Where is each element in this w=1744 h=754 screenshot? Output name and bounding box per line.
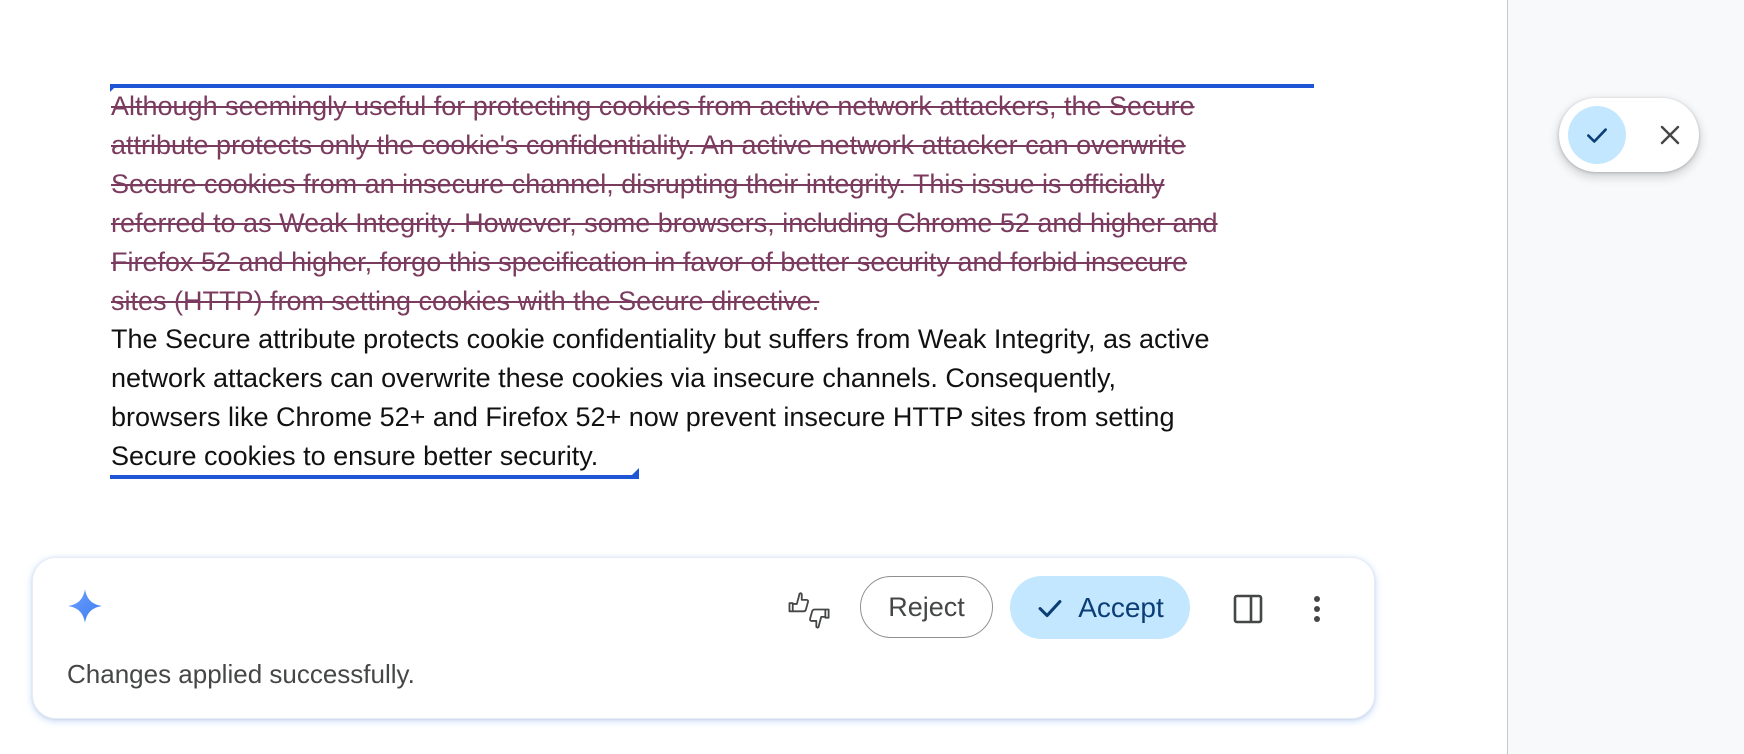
- accept-button-label: Accept: [1078, 591, 1164, 623]
- more-vert-icon: [1314, 596, 1320, 622]
- check-icon: [1038, 599, 1062, 617]
- deleted-line: sites (HTTP) from setting cookies with t…: [111, 285, 820, 316]
- deleted-line: Firefox 52 and higher, forgo this specif…: [111, 246, 1188, 277]
- accept-button[interactable]: Accept: [1010, 576, 1190, 639]
- selection-end-handle[interactable]: [631, 468, 639, 476]
- deleted-line: referred to as Weak Integrity. However, …: [111, 207, 1218, 238]
- ai-result-panel: Changes applied successfully. Reject Acc…: [32, 557, 1375, 719]
- reject-button[interactable]: Reject: [860, 576, 993, 638]
- document-body[interactable]: Although seemingly useful for protecting…: [111, 87, 1331, 476]
- sparkle-icon: [68, 589, 102, 623]
- selection-end-marker: [110, 475, 639, 479]
- check-icon: [1587, 128, 1607, 143]
- inserted-text: The Secure attribute protects cookie con…: [111, 320, 1331, 476]
- status-message: Changes applied successfully.: [67, 659, 415, 689]
- deleted-line: Although seemingly useful for protecting…: [111, 91, 1195, 121]
- close-icon: [1660, 125, 1680, 145]
- deleted-line: attribute protects only the cookie's con…: [111, 129, 1186, 160]
- accept-suggestion-button[interactable]: [1568, 106, 1626, 164]
- deleted-suggestion: Although seemingly useful for protecting…: [111, 87, 1331, 320]
- deleted-line: Secure cookies from an insecure channel,…: [111, 168, 1165, 199]
- feedback-button[interactable]: [781, 586, 837, 638]
- side-panel-icon: [1233, 594, 1263, 624]
- inserted-line: browsers like Chrome 52+ and Firefox 52+…: [111, 402, 1175, 433]
- more-options-button[interactable]: [1297, 584, 1337, 634]
- suggestion-actions: [1559, 98, 1699, 172]
- reject-suggestion-button[interactable]: [1641, 106, 1699, 164]
- inserted-line: Secure cookies to ensure better security…: [111, 441, 599, 472]
- inserted-line: The Secure attribute protects cookie con…: [111, 324, 1210, 355]
- open-side-panel-button[interactable]: [1223, 584, 1273, 634]
- inserted-line: network attackers can overwrite these co…: [111, 363, 1117, 394]
- thumbs-up-down-icon: [788, 592, 830, 629]
